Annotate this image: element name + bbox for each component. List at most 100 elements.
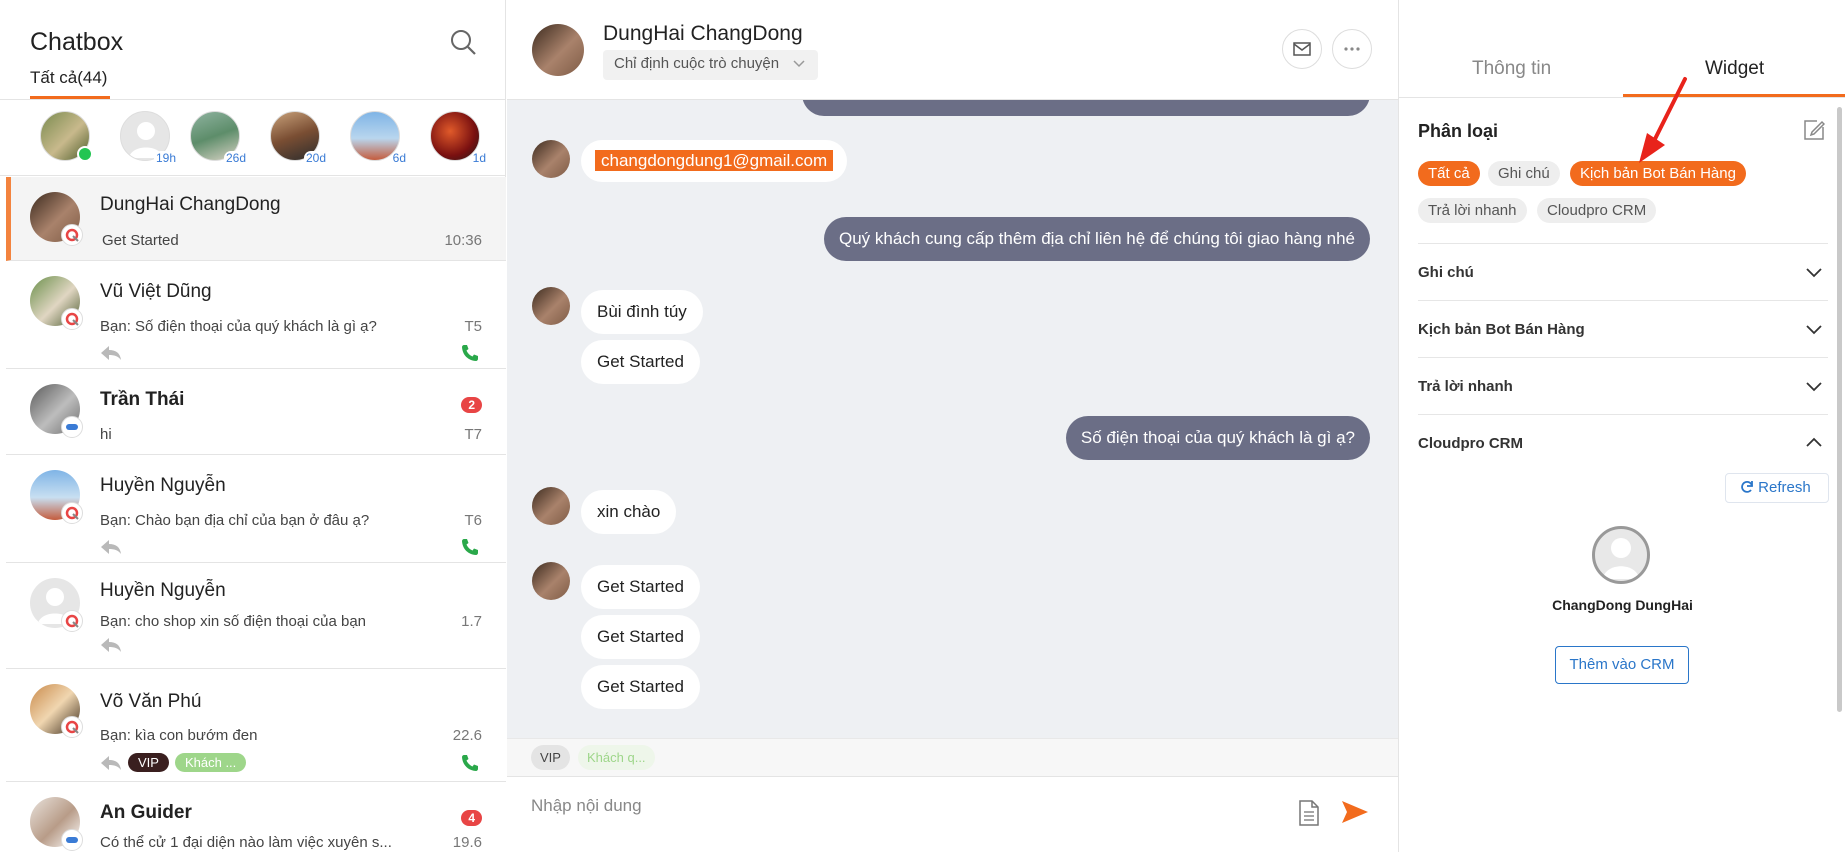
conversation-name: Huyền Nguyễn [100,580,226,601]
refresh-button[interactable]: Refresh [1725,473,1829,503]
unread-badge: 2 [461,397,482,413]
channel-badge-icon [61,224,83,246]
accordion-quick-replies[interactable]: Trả lời nhanh [1418,357,1828,414]
sender-avatar [532,287,570,325]
conversation-time: T6 [464,512,482,529]
tab-widget[interactable]: Widget [1705,58,1764,80]
conversation-name: Huyền Nguyễn [100,475,226,496]
send-icon[interactable] [1341,800,1369,829]
message-bubble-incoming: Get Started [581,340,700,384]
recent-contact-avatar[interactable]: 20d [270,111,328,165]
tag-customer[interactable]: Khách q... [578,745,655,770]
replied-icon [100,345,122,366]
refresh-icon [1741,481,1753,493]
message-bubble-incoming: Bùi đình túy [581,290,703,334]
tag-vip[interactable]: VIP [531,745,570,770]
conversation-time: 1.7 [461,613,482,630]
accordion-cloudpro-crm[interactable]: Cloudpro CRM [1418,414,1828,471]
accordion-label: Cloudpro CRM [1418,435,1523,452]
right-panel-tabs: Thông tin Widget [1399,0,1845,98]
recent-contact-avatar[interactable]: 19h [120,111,178,165]
recent-contact-time: 6d [390,151,408,165]
conversation-last-message: Bạn: Chào bạn địa chỉ của bạn ở đâu ạ? [100,512,370,529]
more-options-button[interactable] [1332,29,1372,69]
conversation-item[interactable]: Huyền Nguyễn Bạn: Chào bạn địa chỉ của b… [6,455,506,563]
recent-contact-time: 26d [223,151,248,165]
channel-badge-icon [61,308,83,330]
chevron-down-icon [792,56,806,74]
conversation-item[interactable]: Huyền Nguyễn Bạn: cho shop xin số điện t… [6,563,506,669]
accordion-sales-bot-script[interactable]: Kịch bản Bot Bán Hàng [1418,300,1828,357]
assign-conversation-label: Chỉ định cuộc trò chuyện [614,55,780,72]
chip-quick-replies[interactable]: Trả lời nhanh [1418,198,1527,223]
conversation-item[interactable]: DungHai ChangDong Get Started 10:36 [6,177,506,261]
classification-title: Phân loại [1418,121,1499,141]
message-bubble-outgoing: Số điện thoại của quý khách là gì ạ? [1065,416,1370,460]
tag-customer[interactable]: Khách ... [174,753,247,772]
annotation-arrow-icon [1635,75,1695,170]
message-input[interactable]: Nhập nội dung [531,796,642,816]
message-bubble-incoming: xin chào [581,490,677,534]
phone-icon[interactable] [460,537,480,562]
accordion-label: Ghi chú [1418,264,1474,281]
tag-vip[interactable]: VIP [128,753,169,772]
chip-notes[interactable]: Ghi chú [1488,161,1560,186]
conversation-item[interactable]: Vũ Việt Dũng Bạn: Số điện thoại của quý … [6,261,506,369]
message-bubble-incoming: Get Started [581,565,700,609]
chip-all[interactable]: Tất cả [1418,161,1480,186]
replied-icon [100,539,122,560]
conversation-time: 19.6 [452,834,482,851]
contact-name: DungHai ChangDong [603,22,803,45]
channel-badge-icon [61,416,83,438]
phone-icon[interactable] [460,343,480,368]
mail-button[interactable] [1282,29,1322,69]
conversation-last-message: Có thể cử 1 đại diện nào làm việc xuyên … [100,834,392,851]
chat-panel: DungHai ChangDong Chỉ định cuộc trò chuy… [507,0,1398,852]
conversation-name: Trần Thái [100,389,185,410]
conversation-last-message: Bạn: kìa con bướm đen [100,727,258,744]
conversation-item[interactable]: Võ Văn Phú Bạn: kìa con bướm đen 22.6 VI… [6,669,506,782]
contact-avatar[interactable] [532,24,584,76]
attach-file-icon[interactable] [1298,799,1320,832]
conversation-name: DungHai ChangDong [100,194,281,215]
conversation-time: T7 [464,426,482,443]
replied-icon [101,755,121,770]
edit-icon[interactable] [1803,119,1826,146]
recent-contact-avatar[interactable]: 1d [430,111,488,165]
recent-contact-time: 19h [153,151,178,165]
accordion-notes[interactable]: Ghi chú [1418,243,1828,300]
panel-scrollbar[interactable] [1837,107,1842,712]
conversation-time: 10:36 [444,232,482,249]
phone-icon[interactable] [460,753,480,778]
sender-avatar [532,487,570,525]
recent-contact-avatar[interactable]: 6d [350,111,408,165]
conversation-name: Võ Văn Phú [100,691,202,712]
conversation-item[interactable]: Trần Thái 2 hi T7 [6,369,506,455]
conversation-tag-bar: VIP Khách q... [507,738,1398,776]
conversation-item[interactable]: An Guider 4 Có thể cử 1 đại diện nào làm… [6,782,506,852]
conversation-list-panel: Chatbox Tất cả(44) 19h 26d 20d 6d 1d Dun… [0,0,506,852]
email-highlight[interactable]: changdongdung1@gmail.com [595,150,834,171]
conversation-list-header: Chatbox Tất cả(44) [0,0,505,100]
chevron-down-icon [1806,322,1822,340]
conversation-last-message: hi [100,426,112,443]
app: Chatbox Tất cả(44) 19h 26d 20d 6d 1d Dun… [0,0,1845,852]
replied-icon [100,637,122,658]
message-bubble-outgoing: Quý khách cung cấp thêm địa chỉ liên hệ … [823,217,1370,261]
accordion-label: Kịch bản Bot Bán Hàng [1418,321,1585,338]
recent-contact-avatar[interactable]: 26d [190,111,248,165]
tab-all[interactable]: Tất cả(44) [30,68,107,88]
tab-info[interactable]: Thông tin [1472,58,1551,80]
chip-cloudpro-crm[interactable]: Cloudpro CRM [1537,198,1657,223]
search-icon[interactable] [449,28,477,56]
recent-contact-avatar[interactable] [40,111,93,163]
crm-contact-avatar [1592,526,1650,584]
channel-badge-icon [61,716,83,738]
conversation-time: 22.6 [452,727,482,744]
conversation-tags: VIP Khách ... [100,753,247,772]
chat-header: DungHai ChangDong Chỉ định cuộc trò chuy… [507,0,1398,100]
app-title: Chatbox [30,28,124,56]
add-to-crm-button[interactable]: Thêm vào CRM [1555,646,1689,684]
conversation-time: T5 [464,318,482,335]
assign-conversation-dropdown[interactable]: Chỉ định cuộc trò chuyện [603,50,818,80]
